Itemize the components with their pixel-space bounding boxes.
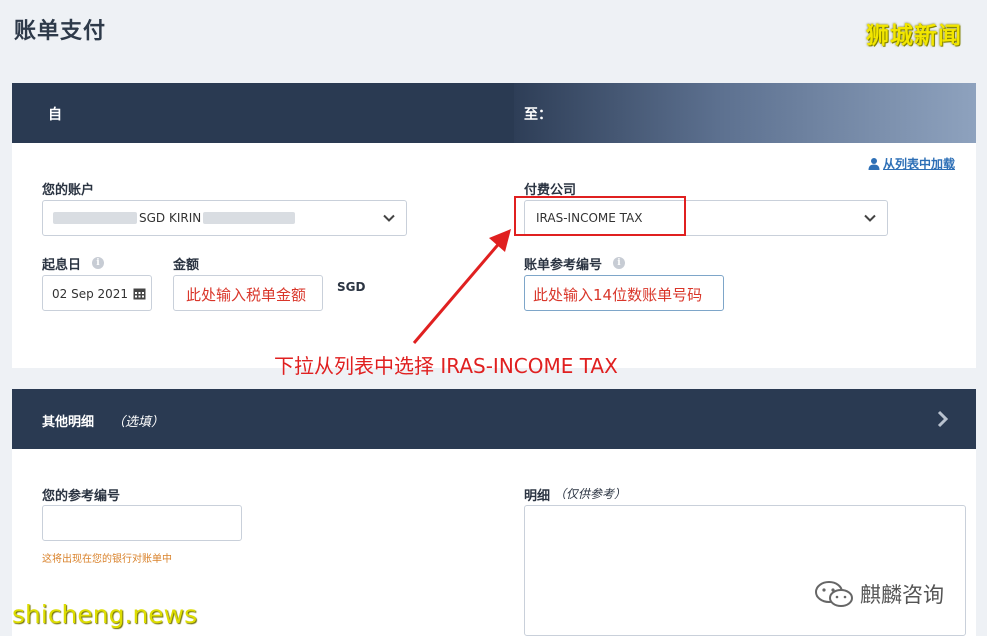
details-textarea[interactable]	[524, 505, 966, 636]
account-label: 您的账户	[42, 183, 95, 198]
from-band: 自	[12, 83, 514, 143]
bill-ref-input-note: 此处输入14位数账单号码	[533, 286, 703, 304]
wechat-icon	[815, 581, 853, 607]
bill-ref-input[interactable]: 此处输入14位数账单号码	[524, 275, 724, 311]
to-label: 至：	[524, 107, 552, 123]
account-select[interactable]: SGD KIRIN	[42, 200, 407, 236]
your-ref-label: 您的参考编号	[42, 489, 121, 504]
your-ref-input[interactable]	[42, 505, 242, 541]
add-from-list-link[interactable]: 从列表中加载	[868, 155, 955, 172]
start-date-input[interactable]: 02 Sep 2021	[42, 275, 152, 311]
watermark-bottom-right: 麒麟咨询	[860, 583, 944, 607]
from-label: 自	[48, 107, 62, 123]
page-title: 账单支付	[14, 19, 107, 44]
start-date-label: 起息日	[42, 258, 82, 273]
to-band: 至：	[514, 83, 976, 143]
details-note: （仅供参考）	[554, 487, 627, 501]
chevron-right-icon[interactable]	[936, 410, 950, 428]
other-details-header[interactable]: 其他明细 （选填）	[12, 389, 976, 449]
watermark-top: 狮城新闻	[866, 23, 962, 49]
chevron-down-icon	[383, 214, 395, 222]
your-ref-hint: 这将出现在您的银行对账单中	[42, 554, 172, 565]
bill-ref-label: 账单参考编号	[524, 258, 603, 273]
watermark-bottom-left: shicheng.news	[12, 600, 198, 629]
amount-input[interactable]: 此处输入税单金额	[173, 275, 323, 311]
user-icon	[868, 158, 880, 170]
chevron-down-icon	[864, 214, 876, 222]
other-details-title: 其他明细	[42, 415, 95, 430]
amount-label: 金额	[173, 258, 200, 273]
account-select-value: SGD KIRIN	[139, 211, 202, 225]
calendar-icon[interactable]	[133, 287, 146, 300]
add-from-list-text: 从列表中加载	[883, 157, 956, 171]
other-details-optional: （选填）	[112, 415, 165, 430]
payment-form-card: 自 至： 从列表中加载 您的账户 SGD KIRIN 付费公司 IRAS-INC…	[12, 83, 976, 368]
from-to-band: 自 至：	[12, 83, 976, 143]
amount-input-note: 此处输入税单金额	[186, 286, 307, 304]
start-date-value: 02 Sep 2021	[52, 287, 129, 301]
details-label: 明细	[524, 489, 551, 504]
redacted-account-number	[53, 212, 137, 224]
info-icon[interactable]: i	[613, 257, 625, 269]
redacted-account-name	[203, 212, 295, 224]
payee-highlight-box	[514, 196, 686, 236]
annotation-text: 下拉从列表中选择 IRAS-INCOME TAX	[274, 354, 618, 378]
amount-currency: SGD	[337, 280, 366, 294]
info-icon[interactable]: i	[92, 257, 104, 269]
